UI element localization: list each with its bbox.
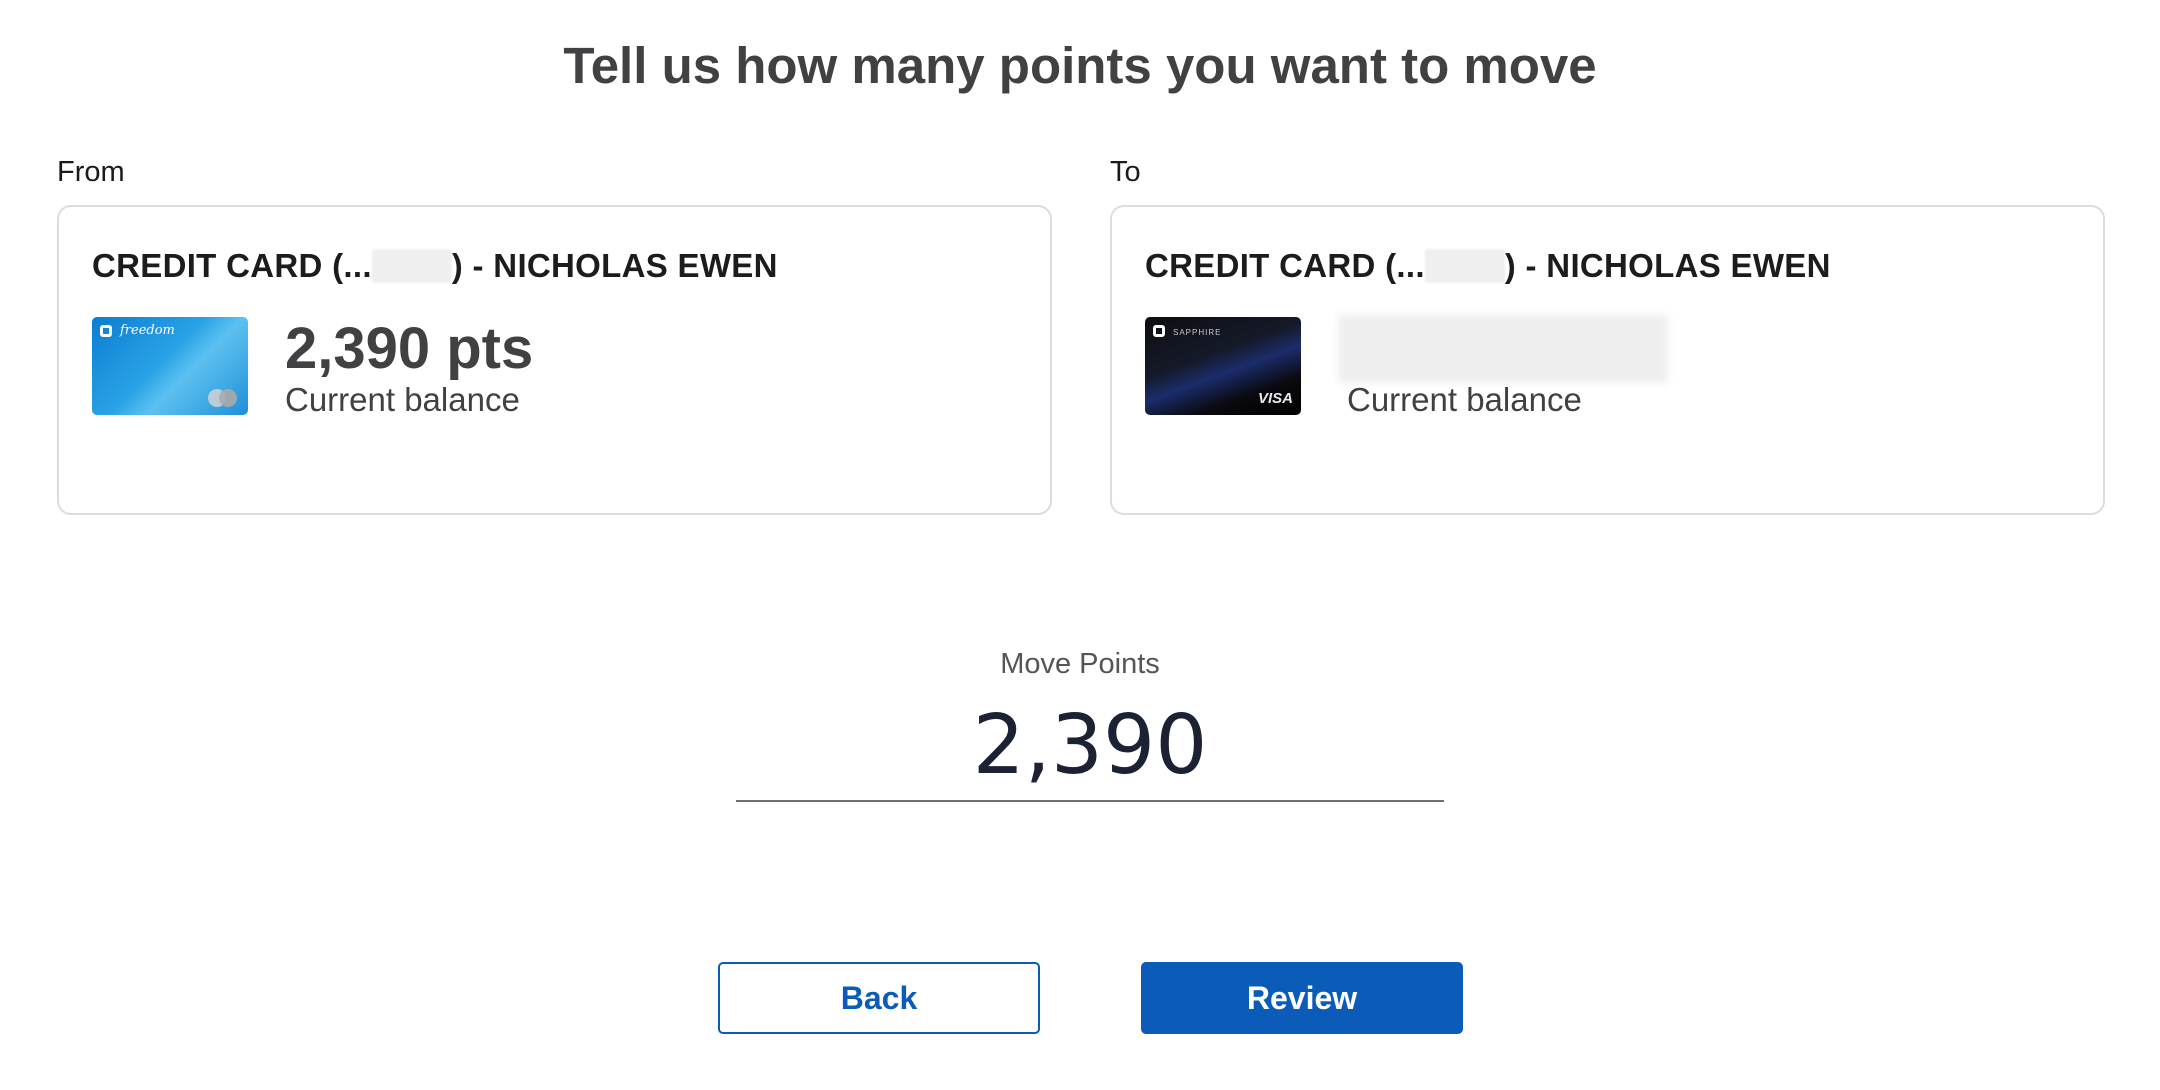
move-points-input[interactable]: [736, 690, 1444, 802]
back-button[interactable]: Back: [718, 962, 1040, 1034]
from-balance-amount: 2,390 pts: [285, 316, 534, 381]
from-label: From: [57, 156, 125, 188]
review-button[interactable]: Review: [1141, 962, 1463, 1034]
from-account-name: CREDIT CARD (... ) - NICHOLAS EWEN: [92, 247, 778, 285]
sapphire-card-icon: SAPPHIRE VISA: [1145, 317, 1301, 415]
to-account-prefix: CREDIT CARD (...: [1145, 247, 1425, 284]
to-account-name: CREDIT CARD (... ) - NICHOLAS EWEN: [1145, 247, 1831, 285]
move-points-label: Move Points: [1000, 648, 1160, 680]
to-label: To: [1110, 156, 1141, 188]
to-account-card[interactable]: CREDIT CARD (... ) - NICHOLAS EWEN SAPPHI…: [1110, 205, 2105, 515]
chase-logo-icon: [1153, 325, 1165, 337]
mastercard-icon: [208, 389, 238, 407]
to-balance-caption: Current balance: [1347, 381, 1582, 418]
from-balance-caption: Current balance: [285, 381, 520, 418]
from-account-suffix: ) - NICHOLAS EWEN: [451, 247, 778, 284]
page-title: Tell us how many points you want to move: [563, 37, 1597, 94]
freedom-card-icon: freedom: [92, 317, 248, 415]
from-account-card[interactable]: CREDIT CARD (... ) - NICHOLAS EWEN freedo…: [57, 205, 1052, 515]
visa-logo-icon: VISA: [1257, 390, 1293, 407]
from-account-prefix: CREDIT CARD (...: [92, 247, 372, 284]
card-brand-text: SAPPHIRE: [1173, 328, 1222, 337]
card-brand-text: freedom: [120, 323, 175, 338]
to-account-suffix: ) - NICHOLAS EWEN: [1504, 247, 1831, 284]
chase-logo-icon: [100, 325, 112, 337]
redacted-balance: [1338, 315, 1668, 383]
masked-account-number: [371, 249, 452, 283]
masked-account-number: [1424, 249, 1505, 283]
